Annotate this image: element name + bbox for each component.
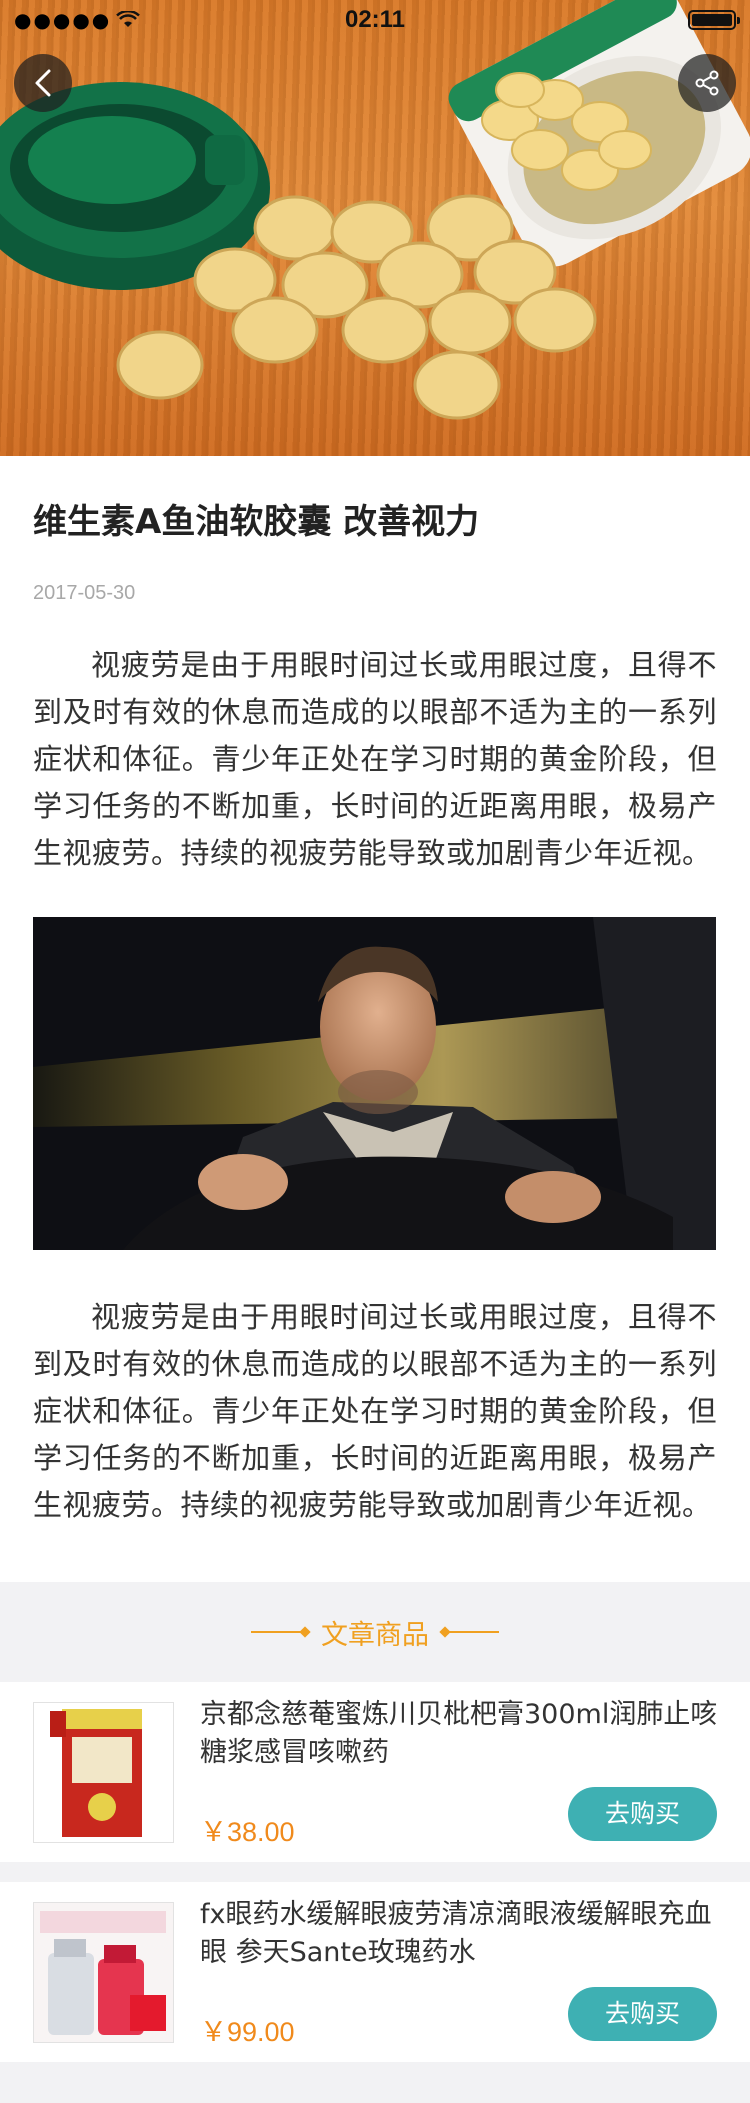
- status-bar: ●●●●● 02:11: [0, 0, 750, 40]
- product-thumbnail[interactable]: [33, 1702, 174, 1843]
- article-body: 维生素A鱼油软胶囊 改善视力 2017-05-30 视疲劳是由于用眼时间过长或用…: [0, 456, 750, 1582]
- article-paragraph: 视疲劳是由于用眼时间过长或用眼过度，且得不到及时有效的休息而造成的以眼部不适为主…: [33, 1300, 717, 1522]
- pills-illustration: [0, 0, 750, 420]
- hero-image: ●●●●● 02:11: [0, 0, 750, 456]
- section-title: 文章商品: [321, 1619, 429, 1651]
- products-section-header: 文章商品: [0, 1582, 750, 1682]
- product-card[interactable]: fx眼药水缓解眼疲劳清凉滴眼液缓解眼充血眼 参天Sante玫瑰药水 ￥99.00…: [0, 1882, 750, 2062]
- product-price: ￥38.00: [200, 1817, 295, 1847]
- share-button[interactable]: [678, 54, 736, 112]
- article-date: 2017-05-30: [33, 582, 136, 604]
- article-title: 维生素A鱼油软胶囊 改善视力: [33, 502, 480, 542]
- battery-icon: [688, 10, 740, 30]
- status-time: 02:11: [344, 6, 406, 33]
- share-icon: [695, 70, 719, 96]
- decorative-line-right: [439, 1626, 499, 1638]
- decorative-line-left: [251, 1626, 311, 1638]
- product-name[interactable]: 京都念慈菴蜜炼川贝枇杷膏300ml润肺止咳糖浆感冒咳嗽药: [200, 1696, 720, 1772]
- product-price: ￥99.00: [200, 2017, 295, 2047]
- tired-driver-illustration: [33, 917, 716, 1250]
- product-thumbnail[interactable]: [33, 1902, 174, 2043]
- product-name[interactable]: fx眼药水缓解眼疲劳清凉滴眼液缓解眼充血眼 参天Sante玫瑰药水: [200, 1896, 720, 1972]
- buy-button[interactable]: 去购买: [568, 1987, 717, 2041]
- eye-drops-box-image: [34, 1903, 173, 2042]
- article-paragraph: 视疲劳是由于用眼时间过长或用眼过度，且得不到及时有效的休息而造成的以眼部不适为主…: [33, 648, 717, 870]
- back-button[interactable]: [14, 54, 72, 112]
- article-image-tired-driver: [33, 917, 716, 1250]
- product-card[interactable]: 京都念慈菴蜜炼川贝枇杷膏300ml润肺止咳糖浆感冒咳嗽药 ￥38.00 去购买: [0, 1682, 750, 1862]
- chevron-left-icon: [35, 69, 51, 97]
- buy-button[interactable]: 去购买: [568, 1787, 717, 1841]
- syrup-box-image: [34, 1703, 173, 1842]
